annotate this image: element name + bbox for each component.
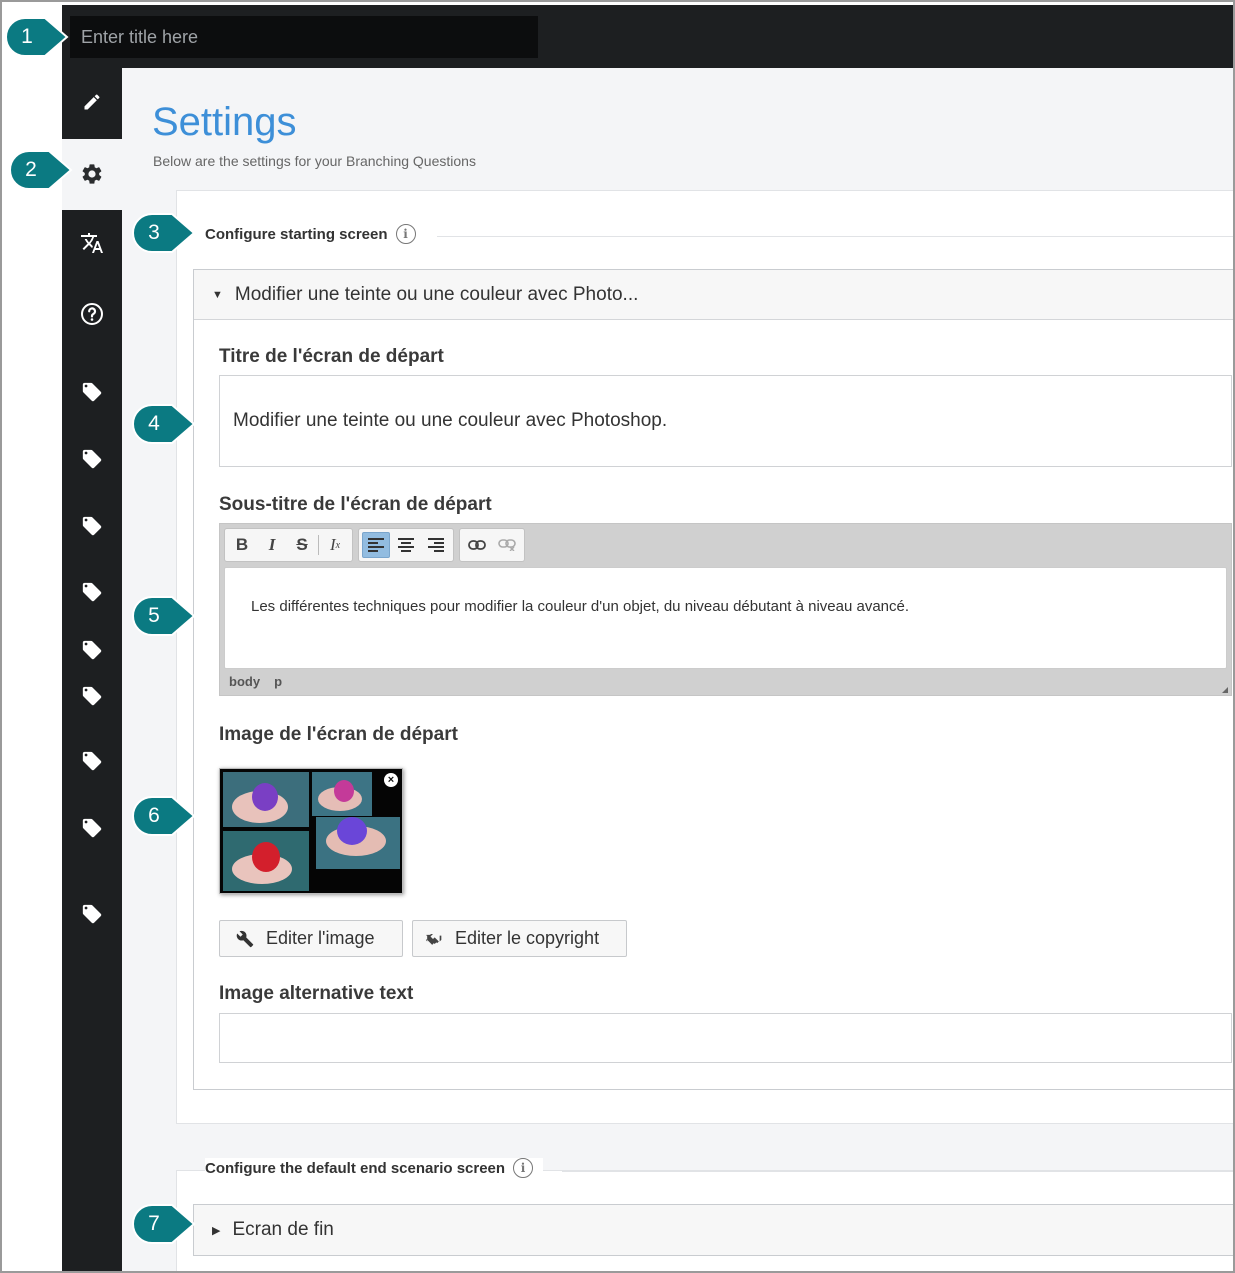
end-screen-accordion: ▶ Ecran de fin bbox=[193, 1204, 1233, 1256]
starting-screen-legend: Configure starting screen i bbox=[205, 224, 426, 244]
start-title-input[interactable]: Modifier une teinte ou une couleur avec … bbox=[219, 375, 1232, 467]
info-icon[interactable]: i bbox=[513, 1158, 534, 1178]
callout-4: 4 bbox=[132, 404, 196, 444]
tag-icon[interactable] bbox=[62, 894, 122, 934]
tag-icon[interactable] bbox=[62, 572, 122, 612]
pencil-icon[interactable] bbox=[62, 82, 122, 122]
align-right-icon bbox=[428, 538, 444, 552]
info-icon[interactable]: i bbox=[395, 224, 416, 244]
starting-screen-accordion: ▼ Modifier une teinte ou une couleur ave… bbox=[193, 269, 1233, 1090]
editor-toolbar: B I S Ix bbox=[224, 528, 525, 562]
callout-number: 7 bbox=[148, 1212, 160, 1235]
toolbar-separator bbox=[318, 535, 319, 555]
strikethrough-button[interactable]: S bbox=[288, 532, 316, 558]
editor-path: body p bbox=[229, 674, 282, 689]
align-center-button[interactable] bbox=[392, 532, 420, 558]
image-preview bbox=[220, 769, 402, 893]
caret-down-icon: ▼ bbox=[212, 288, 223, 301]
wrench-icon bbox=[236, 930, 254, 947]
end-screen-legend: Configure the default end scenario scree… bbox=[205, 1158, 544, 1178]
start-image-thumbnail[interactable]: × bbox=[219, 768, 403, 894]
link-icon bbox=[468, 540, 486, 550]
align-right-button[interactable] bbox=[422, 532, 450, 558]
edit-image-label: Editer l'image bbox=[266, 928, 375, 948]
edit-copyright-button[interactable]: Editer le copyright bbox=[412, 920, 627, 957]
italic-button[interactable]: I bbox=[258, 532, 286, 558]
accordion-header[interactable]: ▶ Ecran de fin bbox=[194, 1205, 1233, 1255]
starting-screen-group: Configure starting screen i ▼ Modifier u… bbox=[176, 190, 1233, 1124]
legend-divider bbox=[562, 1171, 1233, 1172]
help-icon[interactable] bbox=[62, 294, 122, 334]
translate-icon[interactable] bbox=[62, 223, 122, 263]
unlink-icon bbox=[498, 539, 516, 551]
accordion-title: Ecran de fin bbox=[232, 1219, 334, 1240]
align-left-button[interactable] bbox=[362, 532, 390, 558]
align-group bbox=[358, 528, 454, 562]
tag-icon[interactable] bbox=[62, 439, 122, 479]
path-item[interactable]: p bbox=[274, 674, 282, 689]
end-screen-group: Configure the default end scenario scree… bbox=[176, 1158, 1233, 1271]
link-button[interactable] bbox=[463, 532, 491, 558]
title-input[interactable] bbox=[70, 16, 538, 58]
unlink-button[interactable] bbox=[493, 532, 521, 558]
remove-image-icon[interactable]: × bbox=[384, 773, 398, 787]
handshake-icon bbox=[426, 933, 442, 945]
subtitle-label: Sous-titre de l'écran de départ bbox=[219, 494, 492, 515]
legend-divider bbox=[437, 236, 1233, 237]
callout-number: 4 bbox=[148, 412, 160, 435]
app-frame: Settings Below are the settings for your… bbox=[0, 0, 1235, 1273]
clear-format-button[interactable]: Ix bbox=[321, 532, 349, 558]
align-left-icon bbox=[368, 538, 384, 552]
resize-handle[interactable] bbox=[1222, 687, 1228, 693]
callout-2: 2 bbox=[9, 150, 73, 190]
legend-label: Configure starting screen bbox=[205, 225, 388, 243]
bold-button[interactable]: B bbox=[228, 532, 256, 558]
callout-5: 5 bbox=[132, 596, 196, 636]
image-label: Image de l'écran de départ bbox=[219, 724, 458, 745]
accordion-header[interactable]: ▼ Modifier une teinte ou une couleur ave… bbox=[194, 270, 1233, 320]
sidebar bbox=[62, 68, 122, 1271]
page-title: Settings bbox=[152, 100, 297, 144]
accordion-title: Modifier une teinte ou une couleur avec … bbox=[234, 283, 639, 305]
callout-3: 3 bbox=[132, 213, 196, 253]
align-center-icon bbox=[398, 538, 414, 552]
path-item[interactable]: body bbox=[229, 674, 260, 689]
tag-icon[interactable] bbox=[62, 686, 122, 706]
tag-icon[interactable] bbox=[62, 808, 122, 848]
callout-1: 1 bbox=[5, 17, 69, 57]
tag-icon[interactable] bbox=[62, 741, 122, 781]
legend-label: Configure the default end scenario scree… bbox=[205, 1159, 506, 1177]
link-group bbox=[459, 528, 525, 562]
alt-text-label: Image alternative text bbox=[219, 983, 414, 1004]
caret-right-icon: ▶ bbox=[212, 1224, 221, 1237]
callout-7: 7 bbox=[132, 1204, 196, 1244]
title-label: Titre de l'écran de départ bbox=[219, 346, 444, 367]
callout-number: 3 bbox=[148, 221, 160, 244]
callout-number: 5 bbox=[148, 604, 160, 627]
callout-number: 1 bbox=[21, 25, 33, 48]
format-group: B I S Ix bbox=[224, 528, 353, 562]
tag-icon[interactable] bbox=[62, 630, 122, 670]
alt-text-input[interactable] bbox=[219, 1013, 1232, 1063]
subtitle-editor-body[interactable]: Les différentes techniques pour modifier… bbox=[224, 567, 1227, 669]
callout-6: 6 bbox=[132, 796, 196, 836]
subtitle-editor: B I S Ix Les différentes techniques pour… bbox=[219, 523, 1232, 696]
page-subtitle: Below are the settings for your Branchin… bbox=[153, 153, 476, 169]
edit-copyright-label: Editer le copyright bbox=[455, 928, 600, 948]
tag-icon[interactable] bbox=[62, 372, 122, 412]
callout-number: 2 bbox=[25, 158, 37, 181]
edit-image-button[interactable]: Editer l'image bbox=[219, 920, 403, 957]
title-bar bbox=[62, 5, 1233, 68]
callout-number: 6 bbox=[148, 804, 160, 827]
tag-icon[interactable] bbox=[62, 506, 122, 546]
